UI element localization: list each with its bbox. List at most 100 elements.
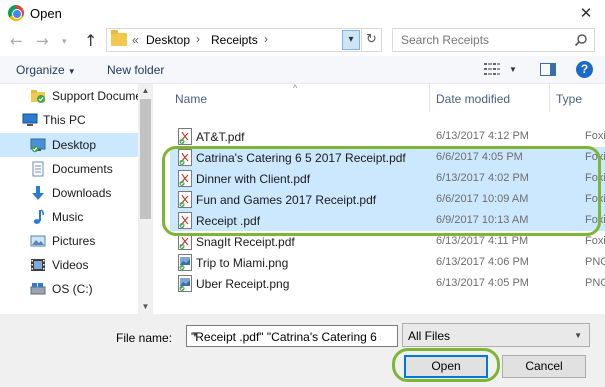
open-button[interactable]: Open [404, 355, 488, 378]
downloads-icon [32, 186, 44, 200]
pdf-file-icon [178, 128, 192, 145]
file-row[interactable]: Catrina's Catering 6 5 2017 Receipt.pdf 6… [170, 147, 605, 168]
pdf-file-icon [178, 212, 192, 229]
column-divider[interactable] [549, 84, 550, 112]
sidebar-item-documents[interactable]: Documents [0, 157, 138, 181]
navigation-bar: ← → ▾ ↑ « Desktop › Receipts › ▾ ↻ [0, 26, 605, 56]
file-date-modified: 6/13/2017 4:05 PM [436, 277, 529, 289]
sidebar-item-label: OS (C:) [52, 282, 93, 296]
new-folder-button[interactable]: New folder [107, 63, 164, 77]
sidebar-item-label: Support Documents [52, 89, 138, 103]
recent-locations-icon[interactable]: ▾ [62, 34, 67, 50]
file-date-modified: 6/6/2017 10:09 AM [436, 193, 529, 205]
chevron-right-icon[interactable]: › [196, 32, 200, 46]
file-date-modified: 6/13/2017 4:02 PM [436, 172, 529, 184]
file-name: Dinner with Client.pdf [196, 172, 311, 186]
sidebar-item-label: Documents [52, 162, 113, 176]
breadcrumb-receipts[interactable]: Receipts [211, 33, 258, 47]
search-input[interactable] [393, 29, 573, 51]
file-name: Trip to Miami.png [196, 256, 289, 270]
sidebar-item-pictures[interactable]: Pictures [0, 229, 138, 253]
file-type: PNG F [585, 256, 605, 268]
file-type: Foxit P [585, 214, 605, 226]
help-icon[interactable]: ? [576, 61, 593, 78]
back-arrow-icon[interactable]: ← [10, 33, 23, 49]
computer-icon [22, 113, 38, 126]
file-name: SnagIt Receipt.pdf [196, 235, 295, 249]
sidebar-item-label: Desktop [52, 138, 97, 152]
search-box [392, 28, 595, 52]
column-divider[interactable] [429, 84, 430, 112]
sidebar-item-downloads[interactable]: Downloads [0, 181, 138, 205]
address-overflow-icon[interactable]: « [132, 33, 139, 47]
file-row[interactable]: Fun and Games 2017 Receipt.pdf 6/6/2017 1… [170, 189, 605, 210]
file-row[interactable]: AT&T.pdf 6/13/2017 4:12 PM Foxit P [170, 126, 605, 147]
file-date-modified: 6/13/2017 4:06 PM [436, 256, 529, 268]
caret-down-icon: ▼ [67, 67, 76, 76]
sidebar-item-this-pc[interactable]: This PC [0, 108, 138, 132]
scrollbar-thumb[interactable] [140, 99, 151, 219]
file-type: PNG F [585, 277, 605, 289]
address-bar[interactable]: « Desktop › Receipts › ▾ [106, 28, 362, 52]
file-name: Uber Receipt.png [196, 277, 290, 291]
file-type: Foxit P [585, 151, 605, 163]
file-date-modified: 6/13/2017 4:12 PM [436, 130, 529, 142]
window-title: Open [30, 6, 62, 21]
pictures-icon [30, 235, 46, 247]
documents-icon [32, 161, 44, 177]
title-bar: Open ✕ [0, 0, 605, 26]
file-date-modified: 6/9/2017 10:13 AM [436, 214, 529, 226]
sidebar-item-support-documents[interactable]: Support Documents [0, 84, 138, 108]
refresh-button[interactable]: ↻ [362, 28, 382, 52]
cancel-button[interactable]: Cancel [502, 355, 586, 378]
file-name: Fun and Games 2017 Receipt.pdf [196, 193, 377, 207]
breadcrumb-desktop[interactable]: Desktop [146, 33, 190, 47]
file-type-select[interactable]: All Files ▼ [402, 323, 590, 347]
organize-menu[interactable]: Organize ▼ [16, 63, 76, 77]
file-row[interactable]: Trip to Miami.png 6/13/2017 4:06 PM PNG F [170, 252, 605, 273]
view-options-caret-icon[interactable]: ▼ [509, 65, 517, 74]
sidebar-item-music[interactable]: Music [0, 205, 138, 229]
desktop-icon [30, 138, 46, 153]
sidebar-item-label: This PC [43, 113, 86, 127]
support-folder-icon [31, 90, 45, 103]
pdf-file-icon [178, 170, 192, 187]
close-button[interactable]: ✕ [575, 3, 597, 23]
videos-icon [31, 259, 45, 271]
png-file-icon [178, 254, 192, 271]
chevron-down-icon[interactable]: ▼ [191, 330, 395, 339]
scroll-down-icon[interactable]: ▼ [138, 300, 153, 314]
file-name-field[interactable]: "Receipt .pdf" "Catrina's Catering 6 5 2… [186, 325, 398, 347]
sidebar-item-videos[interactable]: Videos [0, 253, 138, 277]
view-options-icon[interactable] [484, 63, 500, 75]
file-name-label: File name: [116, 331, 173, 345]
file-row[interactable]: Uber Receipt.png 6/13/2017 4:05 PM PNG F [170, 273, 605, 294]
file-type: Foxit P [585, 130, 605, 142]
column-header-date[interactable]: Date modified [436, 92, 510, 106]
folder-icon [111, 30, 127, 46]
png-file-icon [178, 275, 192, 292]
sidebar-item-label: Downloads [52, 186, 112, 200]
sidebar-scrollbar[interactable]: ▲ ▼ [138, 84, 153, 314]
chrome-app-icon [8, 5, 24, 21]
file-type: Foxit P [585, 172, 605, 184]
music-icon [33, 209, 45, 224]
file-name: Catrina's Catering 6 5 2017 Receipt.pdf [196, 151, 406, 165]
scroll-up-icon[interactable]: ▲ [138, 84, 153, 98]
column-header-type[interactable]: Type [556, 92, 582, 106]
organize-label: Organize [16, 63, 65, 77]
search-icon[interactable] [574, 33, 588, 47]
file-row[interactable]: SnagIt Receipt.pdf 6/13/2017 4:11 PM Foxit… [170, 231, 605, 252]
address-dropdown-button[interactable]: ▾ [342, 30, 360, 50]
preview-pane-icon[interactable] [540, 63, 556, 76]
file-row[interactable]: Dinner with Client.pdf 6/13/2017 4:02 PM F… [170, 168, 605, 189]
sidebar-item-os-drive[interactable]: OS (C:) [0, 277, 138, 301]
column-header-name[interactable]: Name [175, 92, 207, 106]
file-row[interactable]: Receipt .pdf 6/9/2017 10:13 AM Foxit P [170, 210, 605, 231]
sidebar-item-label: Videos [52, 258, 89, 272]
forward-arrow-icon[interactable]: → [36, 33, 49, 49]
up-arrow-icon[interactable]: ↑ [84, 33, 97, 49]
sidebar-item-desktop[interactable]: Desktop [0, 133, 138, 157]
dialog-footer: File name: "Receipt .pdf" "Catrina's Cat… [0, 314, 605, 387]
chevron-right-icon[interactable]: › [264, 32, 268, 46]
